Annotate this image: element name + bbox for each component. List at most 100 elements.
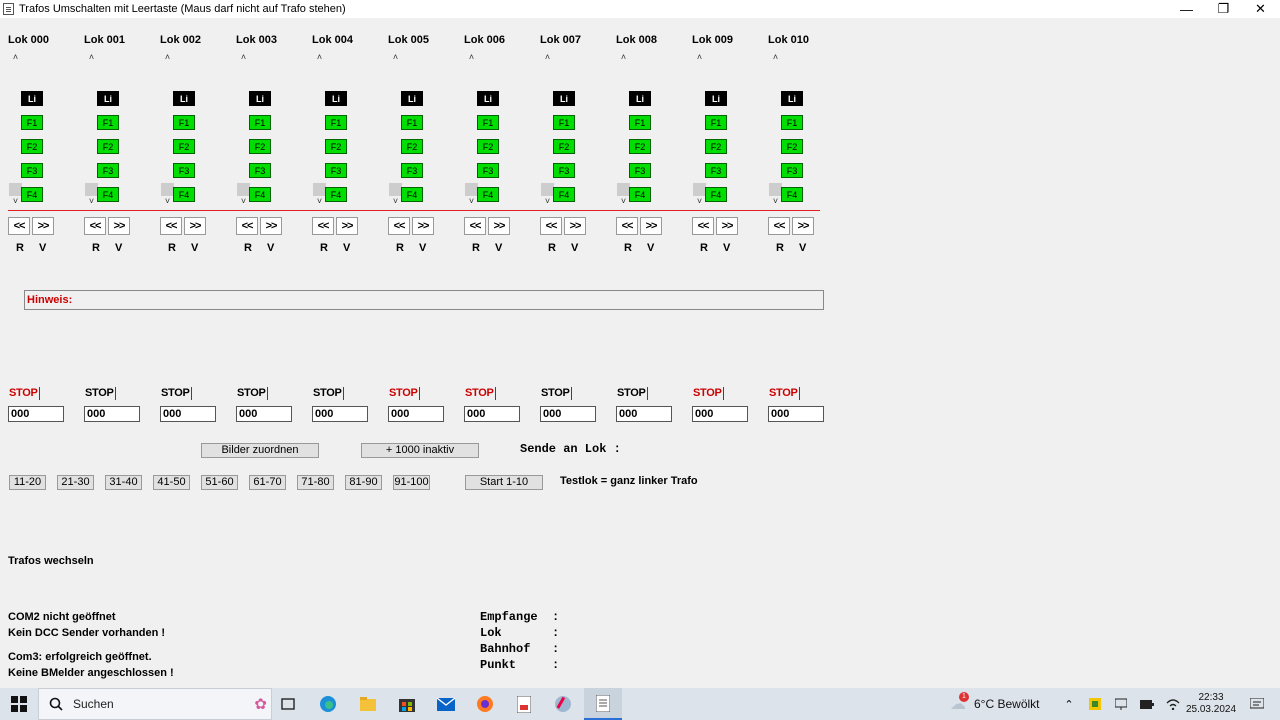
lok-number-field[interactable]: 000 bbox=[8, 406, 64, 422]
function-button-li[interactable]: Li bbox=[705, 91, 727, 106]
back-button[interactable]: << bbox=[312, 217, 334, 235]
function-button-f4[interactable]: F4 bbox=[97, 187, 119, 202]
back-button[interactable]: << bbox=[8, 217, 30, 235]
scroll-up-icon[interactable]: ˄ bbox=[388, 51, 403, 64]
trafos-app-icon[interactable] bbox=[584, 688, 622, 720]
forward-button[interactable]: >> bbox=[564, 217, 586, 235]
function-button-f2[interactable]: F2 bbox=[97, 139, 119, 154]
function-button-f2[interactable]: F2 bbox=[705, 139, 727, 154]
restore-button[interactable]: ❐ bbox=[1205, 0, 1242, 18]
function-button-f1[interactable]: F1 bbox=[705, 115, 727, 130]
function-button-li[interactable]: Li bbox=[629, 91, 651, 106]
lok-number-field[interactable]: 000 bbox=[388, 406, 444, 422]
scroll-up-icon[interactable]: ˄ bbox=[692, 51, 707, 64]
function-button-f2[interactable]: F2 bbox=[249, 139, 271, 154]
lok-number-field[interactable]: 000 bbox=[464, 406, 520, 422]
tray-app-icon[interactable] bbox=[1086, 688, 1104, 720]
store-icon[interactable] bbox=[389, 688, 425, 720]
lok-number-field[interactable]: 000 bbox=[160, 406, 216, 422]
paint-app-icon[interactable] bbox=[545, 688, 581, 720]
range-button[interactable]: 31-40 bbox=[105, 475, 142, 490]
scroll-up-icon[interactable]: ˄ bbox=[616, 51, 631, 64]
firefox-icon[interactable] bbox=[467, 688, 503, 720]
function-button-f1[interactable]: F1 bbox=[401, 115, 423, 130]
function-button-f1[interactable]: F1 bbox=[477, 115, 499, 130]
scroll-up-icon[interactable]: ˄ bbox=[8, 51, 23, 64]
forward-button[interactable]: >> bbox=[336, 217, 358, 235]
close-button[interactable]: ✕ bbox=[1242, 0, 1279, 18]
range-button[interactable]: 21-30 bbox=[57, 475, 94, 490]
function-button-f1[interactable]: F1 bbox=[629, 115, 651, 130]
function-button-f3[interactable]: F3 bbox=[781, 163, 803, 178]
function-button-f2[interactable]: F2 bbox=[477, 139, 499, 154]
back-button[interactable]: << bbox=[236, 217, 258, 235]
function-button-f2[interactable]: F2 bbox=[325, 139, 347, 154]
forward-button[interactable]: >> bbox=[488, 217, 510, 235]
clock[interactable]: 22:33 25.03.2024 bbox=[1184, 688, 1238, 720]
function-button-f2[interactable]: F2 bbox=[553, 139, 575, 154]
lok-number-field[interactable]: 000 bbox=[236, 406, 292, 422]
function-button-li[interactable]: Li bbox=[553, 91, 575, 106]
function-button-f1[interactable]: F1 bbox=[97, 115, 119, 130]
function-button-f3[interactable]: F3 bbox=[705, 163, 727, 178]
edge-icon[interactable] bbox=[310, 688, 346, 720]
forward-button[interactable]: >> bbox=[260, 217, 282, 235]
function-button-f4[interactable]: F4 bbox=[629, 187, 651, 202]
back-button[interactable]: << bbox=[84, 217, 106, 235]
range-button[interactable]: 51-60 bbox=[201, 475, 238, 490]
lok-number-field[interactable]: 000 bbox=[540, 406, 596, 422]
function-button-f1[interactable]: F1 bbox=[781, 115, 803, 130]
forward-button[interactable]: >> bbox=[640, 217, 662, 235]
taskview-icon[interactable] bbox=[272, 688, 304, 720]
function-button-f3[interactable]: F3 bbox=[97, 163, 119, 178]
function-button-f2[interactable]: F2 bbox=[173, 139, 195, 154]
function-button-f1[interactable]: F1 bbox=[325, 115, 347, 130]
function-button-li[interactable]: Li bbox=[97, 91, 119, 106]
function-button-li[interactable]: Li bbox=[21, 91, 43, 106]
scroll-up-icon[interactable]: ˄ bbox=[464, 51, 479, 64]
range-button[interactable]: 71-80 bbox=[297, 475, 334, 490]
function-button-f1[interactable]: F1 bbox=[21, 115, 43, 130]
function-button-f4[interactable]: F4 bbox=[325, 187, 347, 202]
scroll-up-icon[interactable]: ˄ bbox=[160, 51, 175, 64]
function-button-f4[interactable]: F4 bbox=[705, 187, 727, 202]
mail-icon[interactable] bbox=[428, 688, 464, 720]
range-button[interactable]: 91-100 bbox=[393, 475, 430, 490]
scroll-up-icon[interactable]: ˄ bbox=[312, 51, 327, 64]
function-button-f4[interactable]: F4 bbox=[401, 187, 423, 202]
function-button-f2[interactable]: F2 bbox=[781, 139, 803, 154]
back-button[interactable]: << bbox=[540, 217, 562, 235]
back-button[interactable]: << bbox=[388, 217, 410, 235]
function-button-f4[interactable]: F4 bbox=[781, 187, 803, 202]
function-button-f3[interactable]: F3 bbox=[325, 163, 347, 178]
function-button-li[interactable]: Li bbox=[477, 91, 499, 106]
explorer-icon[interactable] bbox=[350, 688, 386, 720]
function-button-f3[interactable]: F3 bbox=[477, 163, 499, 178]
lok-number-field[interactable]: 000 bbox=[616, 406, 672, 422]
lok-number-field[interactable]: 000 bbox=[692, 406, 748, 422]
back-button[interactable]: << bbox=[160, 217, 182, 235]
function-button-f3[interactable]: F3 bbox=[629, 163, 651, 178]
forward-button[interactable]: >> bbox=[412, 217, 434, 235]
function-button-f2[interactable]: F2 bbox=[401, 139, 423, 154]
function-button-f4[interactable]: F4 bbox=[21, 187, 43, 202]
lok-number-field[interactable]: 000 bbox=[312, 406, 368, 422]
function-button-li[interactable]: Li bbox=[325, 91, 347, 106]
lok-number-field[interactable]: 000 bbox=[768, 406, 824, 422]
minimize-button[interactable]: — bbox=[1168, 0, 1205, 18]
scroll-up-icon[interactable]: ˄ bbox=[236, 51, 251, 64]
wifi-icon[interactable] bbox=[1164, 688, 1182, 720]
battery-icon[interactable] bbox=[1138, 688, 1156, 720]
function-button-f3[interactable]: F3 bbox=[401, 163, 423, 178]
function-button-li[interactable]: Li bbox=[249, 91, 271, 106]
start-button[interactable]: Start 1-10 bbox=[465, 475, 543, 490]
function-button-f3[interactable]: F3 bbox=[173, 163, 195, 178]
function-button-f4[interactable]: F4 bbox=[173, 187, 195, 202]
function-button-li[interactable]: Li bbox=[401, 91, 423, 106]
function-button-f1[interactable]: F1 bbox=[173, 115, 195, 130]
search-box[interactable]: Suchen ✿ bbox=[38, 688, 272, 720]
function-button-f2[interactable]: F2 bbox=[629, 139, 651, 154]
function-button-f2[interactable]: F2 bbox=[21, 139, 43, 154]
scroll-up-icon[interactable]: ˄ bbox=[768, 51, 783, 64]
chevron-up-icon[interactable]: ⌃ bbox=[1060, 688, 1078, 720]
